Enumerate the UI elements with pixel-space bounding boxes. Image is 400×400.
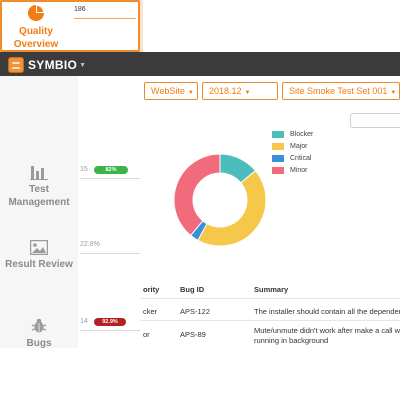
symbio-logo-icon: [8, 57, 24, 73]
chevron-down-icon: ▼: [390, 90, 397, 96]
stat-underline: [80, 253, 140, 254]
sidebar-stat: 15: [80, 166, 88, 173]
column-header-bug-id: Bug ID: [180, 285, 205, 294]
cell-bug-id[interactable]: APS-89: [180, 330, 206, 339]
project-selector-label: WebSite: [151, 86, 185, 96]
chevron-down-icon: ▼: [187, 90, 194, 96]
sidebar-item-quality-overview[interactable]: Quality Overview 186: [0, 0, 140, 52]
sidebar-stat: 22.8%: [80, 241, 100, 248]
donut-slice-major[interactable]: [197, 169, 267, 247]
column-header-priority: ority: [143, 285, 160, 294]
donut-slice-minor[interactable]: [173, 153, 221, 237]
release-selector[interactable]: 2018.12 ▼: [202, 82, 278, 100]
bug-icon: [31, 318, 47, 333]
sidebar-item-label: Test: [29, 184, 49, 195]
cell-summary-continued: running in background: [254, 336, 329, 345]
sidebar-item-bugs[interactable]: Bugs: [0, 318, 78, 350]
pie-chart-icon: [28, 5, 44, 21]
table-divider: [140, 320, 400, 321]
stat-underline: [74, 18, 136, 19]
release-selector-label: 2018.12: [209, 86, 242, 96]
chevron-down-icon: ▼: [79, 61, 87, 69]
app-name: SYMBIO: [28, 58, 78, 72]
legend-label: Critical: [290, 155, 312, 162]
sidebar-item-label: Overview: [13, 39, 59, 50]
cell-bug-id[interactable]: APS-122: [180, 307, 210, 316]
column-header-summary: Summary: [254, 285, 289, 294]
status-badge: 92.9%: [94, 318, 126, 326]
sidebar-item-label: Quality: [19, 26, 53, 37]
legend-swatch: [272, 131, 284, 138]
cell-summary: Mute/unmute didn't work after make a cal…: [254, 326, 400, 335]
bug-severity-donut-chart: [173, 153, 267, 247]
sidebar-stat: 186: [74, 6, 86, 13]
stat-underline: [80, 330, 140, 331]
legend-label: Blocker: [290, 131, 314, 138]
search-input[interactable]: [350, 113, 400, 128]
test-set-selector[interactable]: Site Smoke Test Set 001 ▼: [282, 82, 400, 100]
cell-priority: cker: [143, 307, 158, 316]
chevron-down-icon: ▼: [244, 90, 251, 96]
sidebar: [0, 76, 78, 356]
sidebar-item-test-management[interactable]: Test Management: [0, 164, 78, 209]
stat-underline: [80, 178, 140, 179]
cell-summary: The installer should contain all the dep…: [254, 307, 400, 316]
app-frame: SYMBIO ▼ Quality Overview 186 Test Manag…: [0, 0, 400, 400]
sidebar-item-label: Result Review: [5, 259, 73, 270]
legend-swatch: [272, 143, 284, 150]
sidebar-item-result-review[interactable]: Result Review: [0, 240, 78, 271]
legend-label: Major: [290, 143, 308, 150]
status-badge: 82%: [94, 166, 128, 174]
page-bottom-blank: [0, 348, 400, 400]
bar-chart-icon: [30, 166, 48, 180]
project-selector[interactable]: WebSite ▼: [144, 82, 198, 100]
legend-label: Minor: [290, 167, 308, 174]
sidebar-item-label: Management: [8, 197, 70, 208]
sidebar-stat: 14: [80, 318, 88, 325]
legend-swatch: [272, 167, 284, 174]
table-divider: [140, 298, 400, 299]
legend-swatch: [272, 155, 284, 162]
cell-priority: or: [143, 330, 150, 339]
test-set-selector-label: Site Smoke Test Set 001: [289, 86, 388, 96]
image-icon: [30, 240, 48, 255]
app-logo[interactable]: SYMBIO ▼: [8, 56, 86, 74]
